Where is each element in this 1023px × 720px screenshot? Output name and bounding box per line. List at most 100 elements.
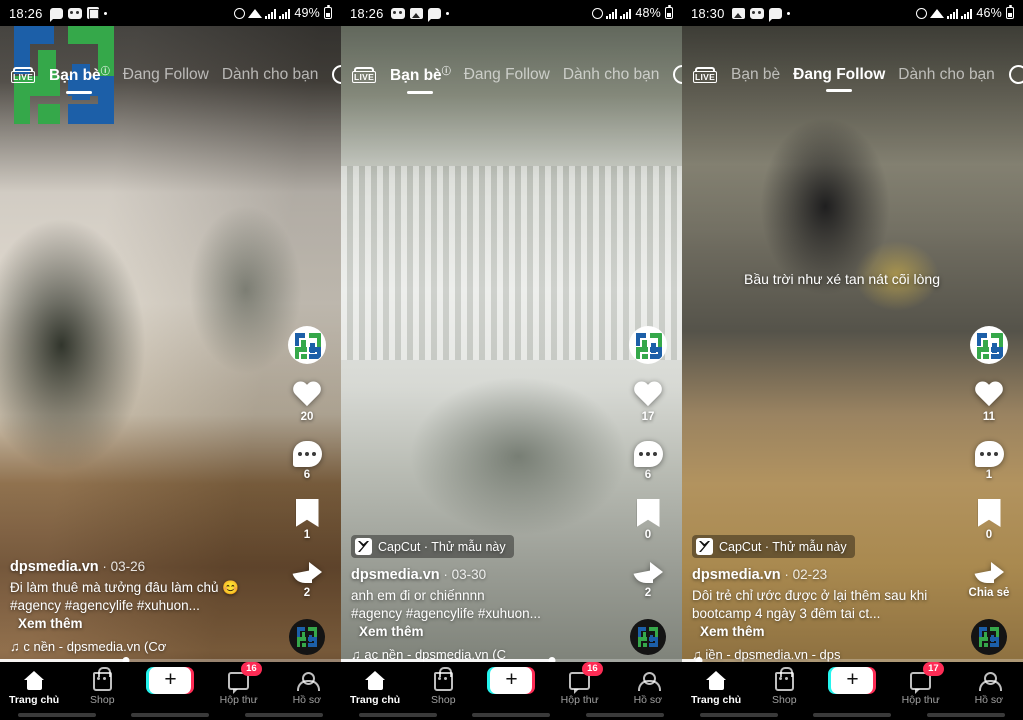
live-button[interactable]: LIVE <box>351 67 377 83</box>
capcut-badge[interactable]: CapCut · Thử mẫu này <box>692 535 855 558</box>
create-plus-icon[interactable]: + <box>146 666 195 694</box>
caption-text-line2-wrap: bootcamp 4 ngày 3 đêm tai ct... Xem thêm <box>692 605 942 641</box>
bookmark-button[interactable]: 1 <box>295 499 319 541</box>
live-button[interactable]: LIVE <box>692 67 718 83</box>
video-player[interactable]: Bầu trời như xé tan nát cõi lòng LIVE Bạn … <box>682 26 1023 720</box>
tab-label: Dành cho bạn <box>221 66 319 83</box>
status-bar-time: 18:30 <box>691 5 725 21</box>
see-more-button[interactable]: Xem thêm <box>359 623 424 641</box>
nav-create[interactable]: + <box>480 666 542 694</box>
battery-percent: 49% <box>294 6 320 20</box>
chat-icon <box>768 7 782 22</box>
music-disc-icon[interactable] <box>289 619 325 655</box>
nav-hop-thu[interactable]: 16 Hộp thư <box>208 662 270 706</box>
tab-danh-cho-ban[interactable]: Dành cho bạn <box>563 66 660 84</box>
music-label[interactable]: ♫ c nền - dpsmedia.vn (Cơ <box>10 639 260 654</box>
video-player[interactable]: LIVE Bạn bèⓘ Đang Follow Dành cho bạn 20 6 1 2 d… <box>0 26 341 720</box>
nav-trang-chu[interactable]: Trang chủ <box>685 669 747 706</box>
nav-label: Trang chủ <box>9 694 60 706</box>
search-icon[interactable] <box>1008 64 1023 86</box>
comment-count: 6 <box>303 469 311 481</box>
home-indicator <box>813 713 892 717</box>
status-bar: 18:26 48% <box>341 0 682 26</box>
create-plus-icon[interactable]: + <box>487 666 536 694</box>
nav-ho-so[interactable]: Hồ sơ <box>276 669 338 706</box>
caption-username[interactable]: dpsmedia.vn · 03-26 <box>10 559 260 575</box>
caption-username[interactable]: dpsmedia.vn · 03-30 <box>351 567 601 583</box>
comment-button[interactable]: 1 <box>974 441 1004 481</box>
alarm-icon <box>234 7 246 19</box>
share-button[interactable]: 2 <box>633 559 663 599</box>
nav-create[interactable]: + <box>139 666 201 694</box>
avatar[interactable] <box>629 326 667 364</box>
like-button[interactable]: 20 <box>292 382 322 423</box>
nav-shop[interactable]: Shop <box>412 667 474 706</box>
music-disc-icon[interactable] <box>630 619 666 655</box>
tab-dang-follow[interactable]: Đang Follow <box>793 66 885 92</box>
tab-ban-be[interactable]: Bạn bèⓘ <box>49 64 110 94</box>
like-button[interactable]: 11 <box>974 382 1004 423</box>
share-button[interactable]: 2 <box>292 559 322 599</box>
see-more-button[interactable]: Xem thêm <box>18 615 83 633</box>
nav-hop-thu[interactable]: 16 Hộp thư <box>549 662 611 706</box>
nav-ho-so[interactable]: Hồ sơ <box>617 669 679 706</box>
nav-create[interactable]: + <box>821 666 883 694</box>
tab-danh-cho-ban[interactable]: Dành cho bạn <box>898 66 995 84</box>
comment-button[interactable]: 6 <box>292 441 322 481</box>
share-button[interactable]: Chia sẻ <box>969 559 1009 599</box>
music-disc-icon[interactable] <box>971 619 1007 655</box>
home-indicator <box>699 713 778 717</box>
nav-ho-so[interactable]: Hồ sơ <box>958 669 1020 706</box>
battery-percent: 46% <box>976 6 1002 20</box>
caption-username[interactable]: dpsmedia.vn · 02-23 <box>692 567 942 583</box>
search-icon[interactable] <box>331 64 341 86</box>
tab-danh-cho-ban[interactable]: Dành cho bạn <box>222 66 319 84</box>
comment-button[interactable]: 6 <box>633 441 663 481</box>
capcut-icon <box>355 538 372 555</box>
home-indicator <box>358 713 437 717</box>
bookmark-button[interactable]: 0 <box>977 499 1001 541</box>
like-button[interactable]: 17 <box>633 382 663 423</box>
search-icon[interactable] <box>672 64 682 86</box>
more-dot-icon <box>445 11 449 15</box>
nav-shop[interactable]: Shop <box>71 667 133 706</box>
signal-bars-icon <box>961 8 973 19</box>
nav-trang-chu[interactable]: Trang chủ <box>344 669 406 706</box>
video-player[interactable]: LIVE Bạn bèⓘ Đang Follow Dành cho bạn 17 6 0 2 C… <box>341 26 682 720</box>
home-indicator <box>245 713 324 717</box>
tab-dang-follow[interactable]: Đang Follow <box>123 66 209 84</box>
nav-label: Hộp thư <box>560 694 599 706</box>
nav-icon-wrap: + <box>828 666 877 694</box>
status-bar-left: 18:26 <box>350 5 449 22</box>
alarm-icon <box>916 7 928 19</box>
nav-label: Hồ sơ <box>633 694 663 706</box>
caption-date: · 02-23 <box>780 567 828 582</box>
bookmark-button[interactable]: 0 <box>636 499 660 541</box>
status-bar-time: 18:26 <box>350 5 384 21</box>
bookmark-icon <box>636 499 660 527</box>
create-plus-icon[interactable]: + <box>828 666 877 694</box>
nav-shop[interactable]: Shop <box>753 667 815 706</box>
tab-ban-be[interactable]: Bạn bèⓘ <box>390 64 451 94</box>
status-bar-time: 18:26 <box>9 5 43 21</box>
capcut-badge[interactable]: CapCut · Thử mẫu này <box>351 535 514 558</box>
tab-dang-follow[interactable]: Đang Follow <box>464 66 550 84</box>
mask-icon <box>390 7 405 19</box>
avatar[interactable] <box>970 326 1008 364</box>
info-icon: ⓘ <box>441 66 451 77</box>
nav-trang-chu[interactable]: Trang chủ <box>3 669 65 706</box>
caption-date: · 03-26 <box>98 559 146 574</box>
home-indicator-row <box>341 713 682 717</box>
grid-icon <box>86 7 99 19</box>
heart-icon <box>292 382 322 409</box>
live-label: LIVE <box>351 71 377 83</box>
tab-ban-be[interactable]: Bạn bè <box>731 66 780 84</box>
see-more-button[interactable]: Xem thêm <box>700 623 765 641</box>
nav-hop-thu[interactable]: 17 Hộp thư <box>890 662 952 706</box>
caption-text-line2: #agency #agencylife #xuhuon... <box>351 606 541 621</box>
capcut-icon <box>696 538 713 555</box>
avatar[interactable] <box>288 326 326 364</box>
live-button[interactable]: LIVE <box>10 67 36 83</box>
signal-bars-icon <box>620 8 632 19</box>
bottom-navigation: Trang chủ Shop +16 Hộp thư Hồ sơ <box>341 662 682 720</box>
